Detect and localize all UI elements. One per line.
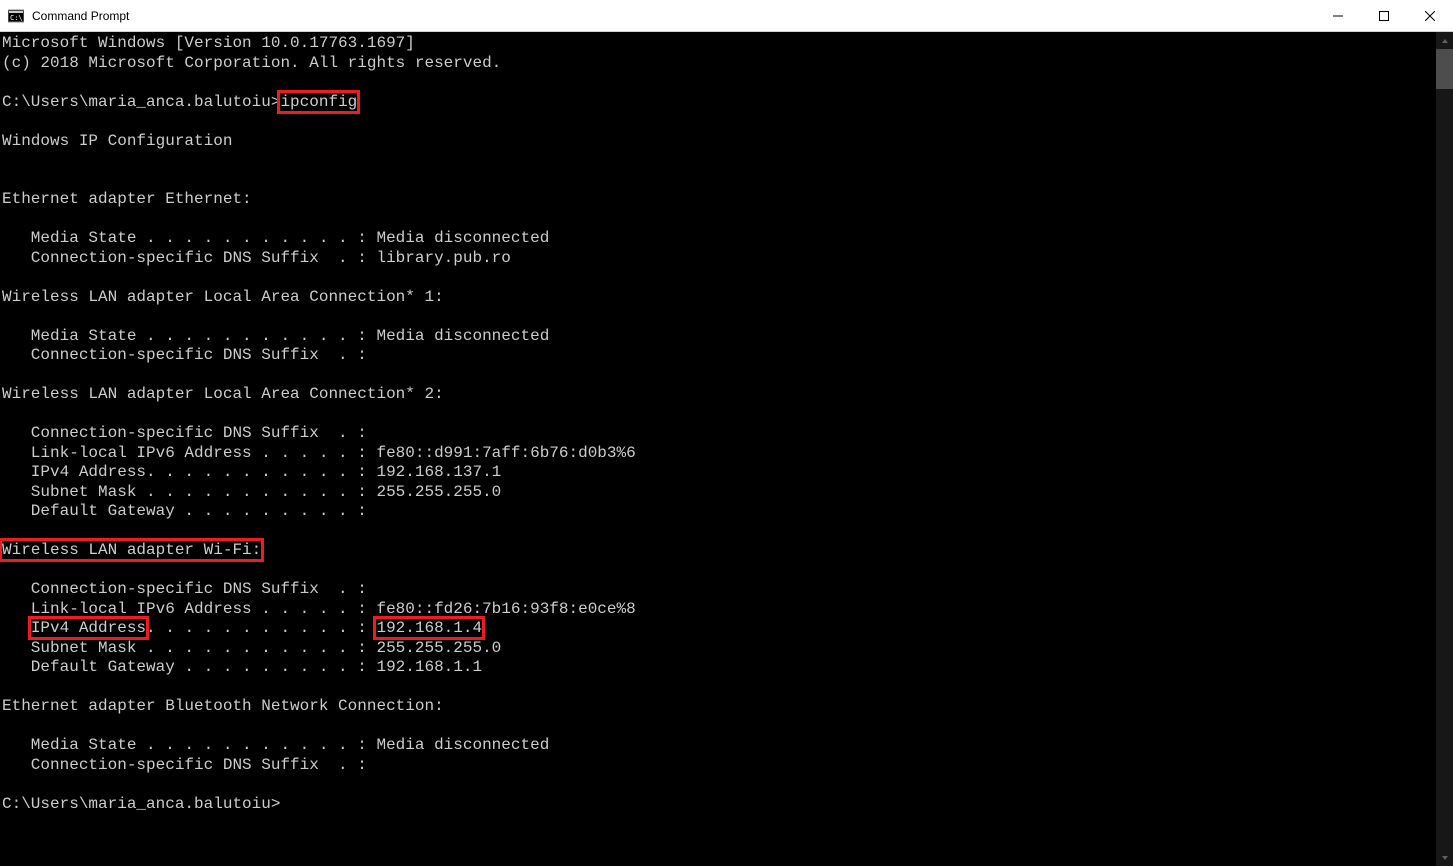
prompt-1: C:\Users\maria_anca.balutoiu> (2, 93, 280, 111)
ipv4-sep: . . . . . . . . . . . : (146, 619, 376, 637)
adapter-4-name: Ethernet adapter Bluetooth Network Conne… (2, 697, 444, 715)
adapter-2-line-2: IPv4 Address. . . . . . . . . . . : 192.… (2, 463, 501, 481)
close-button[interactable] (1407, 0, 1453, 31)
adapter-3-name: Wireless LAN adapter Wi-Fi: (2, 541, 261, 559)
adapter-2-name: Wireless LAN adapter Local Area Connecti… (2, 385, 444, 403)
vertical-scrollbar[interactable] (1436, 32, 1453, 866)
adapter-3-pre-0: Connection-specific DNS Suffix . : (2, 580, 367, 598)
header-line-2: (c) 2018 Microsoft Corporation. All righ… (2, 54, 501, 72)
ipv4-value-highlight: 192.168.1.4 (373, 616, 485, 640)
adapter-0-line-1: Connection-specific DNS Suffix . : libra… (2, 249, 511, 267)
ipv4-label: IPv4 Address (31, 619, 146, 637)
adapter-3-post-0: Subnet Mask . . . . . . . . . . . : 255.… (2, 639, 501, 657)
adapter-4-line-1: Connection-specific DNS Suffix . : (2, 756, 367, 774)
adapter-2-line-3: Subnet Mask . . . . . . . . . . . : 255.… (2, 483, 501, 501)
adapter-2-line-0: Connection-specific DNS Suffix . : (2, 424, 367, 442)
titlebar[interactable]: C:\ Command Prompt (0, 0, 1453, 32)
scrollbar-up-arrow-icon[interactable] (1436, 32, 1453, 49)
adapter-1-name: Wireless LAN adapter Local Area Connecti… (2, 288, 444, 306)
adapter-1-line-1: Connection-specific DNS Suffix . : (2, 346, 367, 364)
maximize-button[interactable] (1361, 0, 1407, 31)
window-title: Command Prompt (32, 9, 1315, 23)
scrollbar-thumb[interactable] (1436, 49, 1453, 89)
header-line-1: Microsoft Windows [Version 10.0.17763.16… (2, 34, 415, 52)
svg-text:C:\: C:\ (10, 14, 23, 22)
adapter-3-post-1: Default Gateway . . . . . . . . . : 192.… (2, 658, 482, 676)
adapter-2-line-4: Default Gateway . . . . . . . . . : (2, 502, 367, 520)
adapter-3-pre-1: Link-local IPv6 Address . . . . . : fe80… (2, 600, 636, 618)
ipv4-value: 192.168.1.4 (376, 619, 482, 637)
window-controls (1315, 0, 1453, 31)
console-output[interactable]: Microsoft Windows [Version 10.0.17763.16… (0, 32, 1436, 866)
adapter-0-name: Ethernet adapter Ethernet: (2, 190, 252, 208)
command-text: ipconfig (280, 93, 357, 111)
console-wrapper: Microsoft Windows [Version 10.0.17763.16… (0, 32, 1453, 866)
adapter-1-line-0: Media State . . . . . . . . . . . : Medi… (2, 327, 549, 345)
adapter-0-line-0: Media State . . . . . . . . . . . : Medi… (2, 229, 549, 247)
scrollbar-down-arrow-icon[interactable] (1436, 849, 1453, 866)
ipconfig-title: Windows IP Configuration (2, 132, 232, 150)
minimize-button[interactable] (1315, 0, 1361, 31)
ipv4-label-highlight: IPv4 Address (28, 616, 149, 640)
prompt-2: C:\Users\maria_anca.balutoiu> (2, 795, 280, 813)
adapter-wifi-name-highlight: Wireless LAN adapter Wi-Fi: (0, 538, 264, 562)
adapter-2-line-1: Link-local IPv6 Address . . . . . : fe80… (2, 444, 636, 462)
cmd-icon: C:\ (8, 8, 24, 24)
adapter-4-line-0: Media State . . . . . . . . . . . : Medi… (2, 736, 549, 754)
command-highlight: ipconfig (277, 90, 360, 114)
